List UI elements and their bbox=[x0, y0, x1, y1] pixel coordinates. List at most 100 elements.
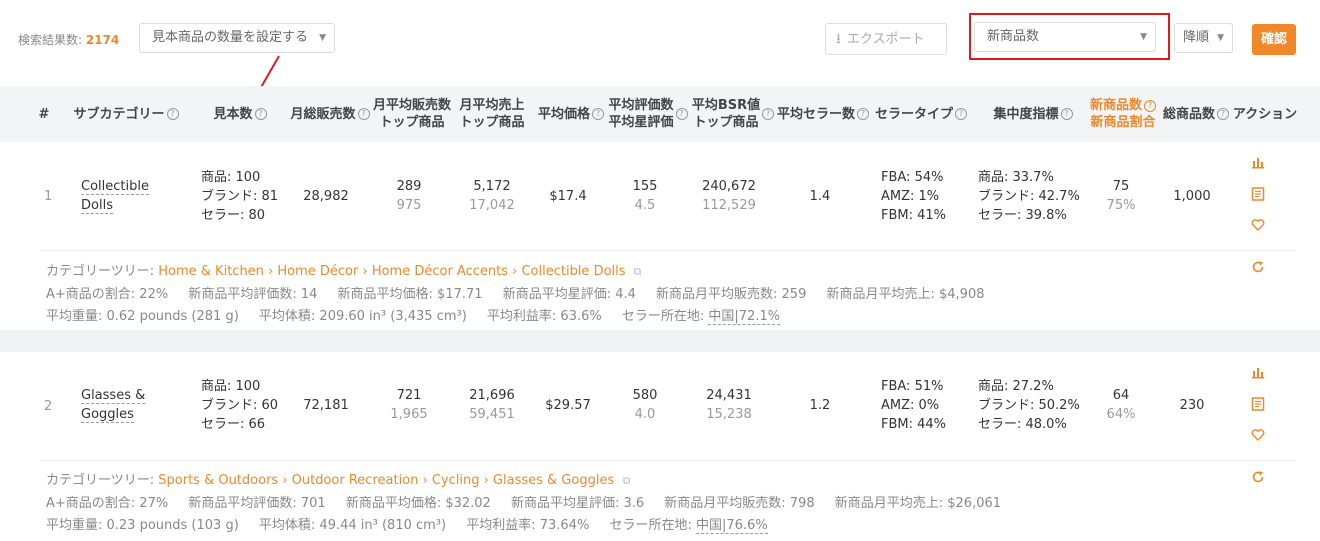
category-tree-label: カテゴリーツリー: bbox=[46, 264, 155, 279]
avg-sellers: 1.2 bbox=[809, 398, 831, 413]
new-count: 75 bbox=[1112, 179, 1130, 194]
confirm-button[interactable]: 確認 bbox=[1252, 24, 1296, 55]
sample-brands: ブランド: 60 bbox=[201, 398, 279, 413]
conc-brands: ブランド: 50.2% bbox=[978, 398, 1080, 413]
new-products: 64 64% bbox=[1090, 386, 1152, 424]
sort-field-value: 新商品数 bbox=[987, 29, 1040, 44]
fba-share: FBA: 54% bbox=[881, 170, 944, 185]
col-avg-revenue: 月平均売上 トップ商品 bbox=[452, 86, 532, 142]
col-subcategory: サブカテゴリー? bbox=[70, 86, 182, 142]
ratings-value: 155 bbox=[632, 179, 658, 194]
row-index: 1 bbox=[44, 189, 53, 204]
new-avg-price: 新商品平均価格: $32.02 bbox=[345, 496, 491, 511]
ratings-value: 580 bbox=[632, 388, 658, 403]
subcategory-name[interactable]: Glasses & bbox=[81, 388, 146, 404]
document-icon[interactable] bbox=[1251, 187, 1265, 205]
amz-share: AMZ: 0% bbox=[881, 398, 940, 413]
avg-margin: 平均利益率: 63.6% bbox=[486, 309, 602, 324]
fbm-share: FBM: 41% bbox=[881, 208, 947, 223]
sample-count-select[interactable]: 見本商品の数量を設定する ▼ bbox=[139, 23, 335, 53]
col-new-count[interactable]: 新商品数? 新商品割合 bbox=[1086, 86, 1160, 142]
avg-revenue-top: 59,451 bbox=[469, 407, 515, 422]
col-bsr-label: 平均BSR値 bbox=[691, 98, 761, 113]
heart-icon[interactable] bbox=[1251, 218, 1265, 236]
refresh-icon[interactable] bbox=[1251, 470, 1265, 488]
bsr-value: 24,431 bbox=[706, 388, 752, 403]
help-icon[interactable]: ? bbox=[254, 108, 267, 120]
avg-weight: 平均重量: 0.62 pounds (281 g) bbox=[46, 309, 239, 324]
help-icon[interactable]: ? bbox=[1060, 108, 1073, 120]
subcategory-link[interactable]: Glasses & Goggles bbox=[81, 386, 146, 424]
export-button[interactable]: ⭳ エクスポート bbox=[825, 23, 947, 55]
ratings: 155 4.5 bbox=[614, 177, 676, 215]
chevron-down-icon: ▼ bbox=[319, 33, 326, 43]
subcategory-link[interactable]: Collectible Dolls bbox=[81, 177, 149, 215]
category-tree-path[interactable]: Sports & Outdoors › Outdoor Recreation ›… bbox=[158, 473, 614, 488]
help-icon[interactable]: ? bbox=[955, 108, 967, 120]
avg-sellers: 1.4 bbox=[809, 189, 831, 204]
col-ratings-sublabel: 平均星評価 bbox=[608, 115, 674, 130]
col-index: # bbox=[36, 86, 52, 142]
col-avg-sales-label: 月平均販売数 bbox=[372, 98, 451, 113]
avg-revenue: 5,172 17,042 bbox=[452, 177, 532, 215]
subcategory-name-line2[interactable]: Goggles bbox=[81, 407, 134, 423]
new-avg-sales: 新商品月平均販売数: 798 bbox=[664, 496, 815, 511]
sample-brands: ブランド: 81 bbox=[201, 189, 279, 204]
seller-location-value[interactable]: 中国|72.1% bbox=[708, 309, 781, 325]
chart-icon[interactable] bbox=[1251, 365, 1265, 383]
help-icon[interactable]: ? bbox=[1144, 99, 1156, 112]
col-ratings-label: 平均評価数 bbox=[608, 98, 674, 113]
avg-sales-top: 1,965 bbox=[390, 407, 428, 422]
result-count-value: 2174 bbox=[85, 33, 120, 47]
col-sample: 見本数? bbox=[208, 86, 272, 142]
help-icon[interactable]: ? bbox=[675, 108, 688, 120]
avg-margin: 平均利益率: 73.64% bbox=[466, 518, 590, 533]
sort-field-select[interactable]: 新商品数 ▼ bbox=[974, 22, 1156, 52]
row-divider bbox=[40, 460, 1296, 461]
amz-share: AMZ: 1% bbox=[881, 189, 940, 204]
category-tree: カテゴリーツリー: Home & Kitchen › Home Décor › … bbox=[46, 260, 642, 279]
new-avg-revenue: 新商品月平均売上: $4,908 bbox=[826, 287, 985, 302]
avg-sales-value: 721 bbox=[396, 388, 422, 403]
new-count: 64 bbox=[1112, 388, 1130, 403]
stars-value: 4.5 bbox=[634, 198, 656, 213]
sample-info: 商品: 100 ブランド: 81 セラー: 80 bbox=[201, 168, 278, 225]
external-link-icon[interactable]: ⧉ bbox=[634, 265, 642, 278]
conc-products: 商品: 33.7% bbox=[978, 170, 1054, 185]
new-avg-revenue: 新商品月平均売上: $26,061 bbox=[834, 496, 1002, 511]
chevron-down-icon: ▼ bbox=[1140, 32, 1147, 42]
help-icon[interactable]: ? bbox=[166, 108, 179, 120]
subcategory-name[interactable]: Collectible bbox=[81, 179, 149, 195]
fba-share: FBA: 51% bbox=[881, 379, 944, 394]
bsr-top: 112,529 bbox=[702, 198, 756, 213]
help-icon[interactable]: ? bbox=[857, 108, 869, 120]
external-link-icon[interactable]: ⧉ bbox=[622, 474, 630, 487]
refresh-icon[interactable] bbox=[1251, 260, 1265, 278]
new-ratio: 75% bbox=[1106, 198, 1136, 213]
subcategory-name-line2[interactable]: Dolls bbox=[81, 198, 113, 214]
chart-icon[interactable] bbox=[1251, 155, 1265, 173]
sort-order-select[interactable]: 降順 ▼ bbox=[1174, 23, 1233, 53]
document-icon[interactable] bbox=[1251, 397, 1265, 415]
sort-order-value: 降順 bbox=[1183, 30, 1210, 45]
sample-info: 商品: 100 ブランド: 60 セラー: 66 bbox=[201, 377, 278, 434]
col-bsr-sublabel: トップ商品 bbox=[693, 115, 759, 130]
help-icon[interactable]: ? bbox=[592, 108, 604, 120]
help-icon[interactable]: ? bbox=[357, 108, 370, 120]
bsr: 24,431 15,238 bbox=[690, 386, 768, 424]
col-seller-type-label: セラータイプ bbox=[874, 106, 953, 122]
sample-sellers: セラー: 80 bbox=[201, 208, 266, 223]
seller-location-value[interactable]: 中国|76.6% bbox=[696, 518, 768, 534]
col-sample-label: 見本数 bbox=[213, 106, 253, 122]
heart-icon[interactable] bbox=[1251, 428, 1265, 446]
help-icon[interactable]: ? bbox=[762, 108, 775, 120]
help-icon[interactable]: ? bbox=[1217, 108, 1229, 120]
category-tree-path[interactable]: Home & Kitchen › Home Décor › Home Décor… bbox=[158, 264, 625, 279]
avg-revenue-value: 5,172 bbox=[473, 179, 511, 194]
export-label: エクスポート bbox=[846, 32, 925, 47]
stars-value: 4.0 bbox=[634, 407, 656, 422]
toolbar: 検索結果数: 2174 見本商品の数量を設定する ▼ ⭳ エクスポート 新商品数 … bbox=[0, 0, 1320, 86]
avg-sales-top: 975 bbox=[396, 198, 422, 213]
avg-price: $29.57 bbox=[545, 398, 591, 413]
col-total-label: 総商品数 bbox=[1162, 106, 1215, 122]
